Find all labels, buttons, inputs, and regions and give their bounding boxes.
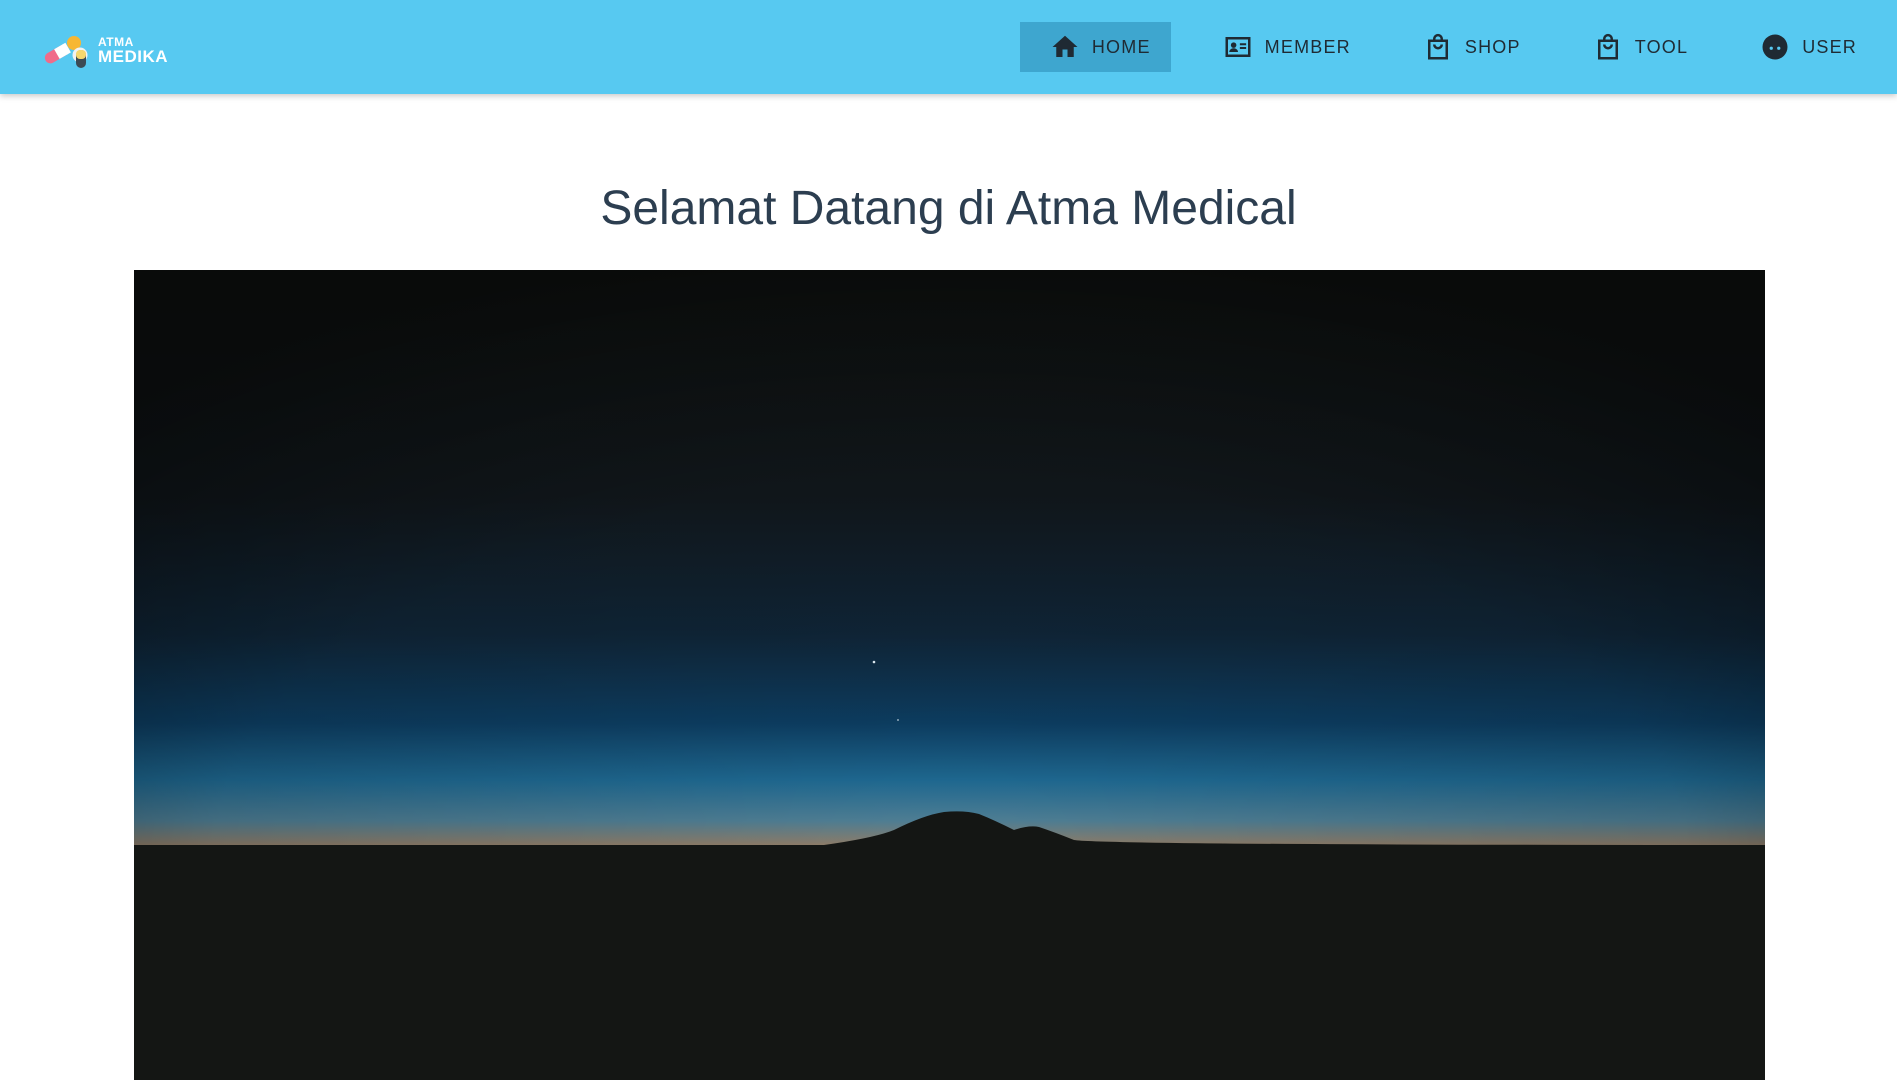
brand-logo[interactable]: ATMA MEDIKA — [44, 30, 184, 70]
nav-item-label: HOME — [1091, 36, 1151, 57]
id-card-icon — [1223, 32, 1253, 62]
page-title: Selamat Datang di Atma Medical — [600, 182, 1297, 235]
nav-item-label: MEMBER — [1264, 36, 1351, 57]
top-navbar: ATMA MEDIKA HOME MEMBER SHOP TOOL USER — [0, 0, 1897, 94]
hero-image — [134, 270, 1765, 1080]
nav-item-shop[interactable]: SHOP — [1393, 22, 1541, 72]
home-icon — [1050, 32, 1080, 62]
logo-line-2: MEDIKA — [98, 47, 169, 66]
main-nav: HOME MEMBER SHOP TOOL USER — [1019, 22, 1877, 72]
nav-item-label: SHOP — [1464, 36, 1521, 57]
sunset-mountain-image — [134, 270, 1765, 1080]
user-face-icon — [1760, 32, 1790, 62]
nav-item-label: TOOL — [1634, 36, 1689, 57]
pills-logo-icon — [44, 36, 88, 68]
nav-item-home[interactable]: HOME — [1019, 22, 1171, 72]
shopping-bag-icon — [1593, 32, 1623, 62]
nav-item-user[interactable]: USER — [1730, 22, 1877, 72]
nav-item-member[interactable]: MEMBER — [1193, 22, 1371, 72]
nav-item-label: USER — [1802, 36, 1857, 57]
logo-wordmark: ATMA MEDIKA — [98, 36, 168, 65]
nav-item-tool[interactable]: TOOL — [1563, 22, 1708, 72]
shopping-bag-icon — [1423, 32, 1453, 62]
